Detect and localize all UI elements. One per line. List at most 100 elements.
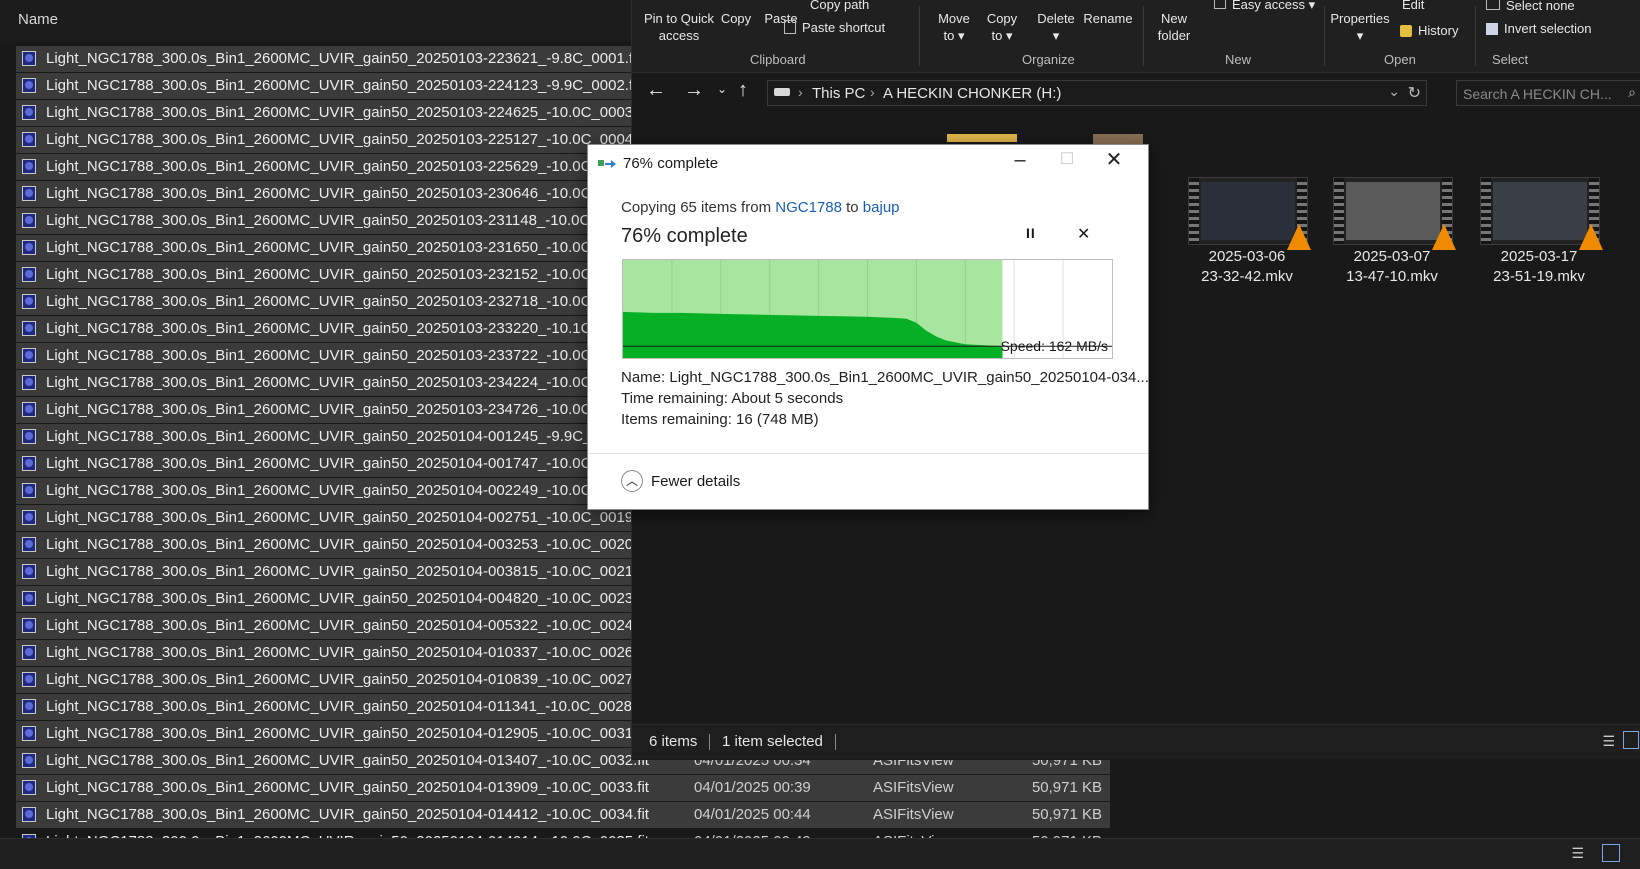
file-name: Light_NGC1788_300.0s_Bin1_2600MC_UVIR_ga… [46,671,649,688]
fits-file-icon [22,105,36,120]
destination-folder-link[interactable]: bajup [863,199,900,216]
select-none-icon [1486,0,1500,10]
paste-shortcut-button[interactable]: Paste shortcut [784,19,885,36]
copy-files-icon [598,160,616,168]
film-strip [1481,178,1491,244]
fits-file-icon [22,510,36,525]
details-view-icon[interactable]: ☰ [1602,733,1615,750]
copy-button[interactable]: Copy [718,10,754,27]
details-view-icon[interactable]: ☰ [1571,845,1584,862]
current-file-name: Name: Light_NGC1788_300.0s_Bin1_2600MC_U… [621,369,1149,386]
file-size: 50,971 KB [1031,806,1102,823]
file-name: Light_NGC1788_300.0s_Bin1_2600MC_UVIR_ga… [46,725,649,742]
fits-file-icon [22,456,36,471]
rename-button[interactable]: Rename [1082,10,1134,27]
fewer-details-button[interactable]: Fewer details [651,473,740,490]
search-box[interactable]: Search A HECKIN CH... ⌕ [1456,80,1640,106]
copy-path-button[interactable]: Copy path [810,0,869,13]
ribbon-divider [1143,6,1144,66]
fits-file-icon [22,483,36,498]
refresh-icon[interactable]: ↻ [1408,83,1421,103]
fits-file-icon [22,375,36,390]
progress-status: 76% complete [621,225,748,247]
video-file-item[interactable]: 2025-03-07 13-47-10.mkv [1317,177,1467,287]
history-button[interactable]: History [1400,22,1458,39]
delete-button[interactable]: Delete ▾ [1036,10,1076,44]
breadcrumb-drive[interactable]: A HECKIN CHONKER (H:) [883,85,1061,102]
video-name-line1: 2025-03-17 [1500,248,1578,265]
item-count: 6 items [649,733,698,750]
copy-prefix: Copying 65 items from [621,199,772,216]
collapse-chevron-icon[interactable]: ︿ [621,470,643,492]
to-word: to [846,199,859,216]
file-name: Light_NGC1788_300.0s_Bin1_2600MC_UVIR_ga… [46,752,649,769]
video-file-item[interactable]: 2025-03-06 23-32-42.mkv [1172,177,1322,287]
breadcrumb-this-pc[interactable]: This PC [812,85,865,102]
copy-summary: Copying 65 items from NGC1788 to bajup [621,199,900,216]
address-dropdown-chevron-icon[interactable]: ⌄ [1388,83,1400,100]
select-group-label: Select [1492,52,1529,67]
file-name: Light_NGC1788_300.0s_Bin1_2600MC_UVIR_ga… [46,158,634,175]
ribbon: Pin to Quick access Copy Paste Copy path… [632,0,1640,72]
invert-selection-button[interactable]: Invert selection [1486,20,1591,37]
file-name: Light_NGC1788_300.0s_Bin1_2600MC_UVIR_ga… [46,482,634,499]
select-none-button[interactable]: Select none [1486,0,1575,14]
fits-file-icon [22,159,36,174]
fits-file-icon [22,240,36,255]
file-name: Light_NGC1788_300.0s_Bin1_2600MC_UVIR_ga… [46,617,649,634]
video-thumbnail [1480,177,1603,250]
properties-button[interactable]: Properties ▾ [1328,10,1392,44]
fits-file-icon [22,186,36,201]
search-input[interactable]: Search A HECKIN CH... [1463,86,1612,102]
recent-locations-chevron-icon[interactable]: ⌄ [717,82,727,96]
fits-file-icon [22,294,36,309]
ribbon-divider [1324,6,1325,66]
back-arrow-icon[interactable]: ← [646,79,666,102]
open-group-label: Open [1384,52,1416,67]
invert-selection-icon [1486,23,1498,35]
file-name: Light_NGC1788_300.0s_Bin1_2600MC_UVIR_ga… [46,590,649,607]
pause-button[interactable]: II [1026,225,1036,241]
source-folder-link[interactable]: NGC1788 [775,199,842,216]
minimize-button[interactable]: – [997,145,1043,177]
file-name: Light_NGC1788_300.0s_Bin1_2600MC_UVIR_ga… [46,347,634,364]
file-name: Light_NGC1788_300.0s_Bin1_2600MC_UVIR_ga… [46,293,633,310]
file-name: Light_NGC1788_300.0s_Bin1_2600MC_UVIR_ga… [46,50,641,67]
move-to-button[interactable]: Move to ▾ [932,10,976,44]
fits-file-icon [22,267,36,282]
video-file-name: 2025-03-07 13-47-10.mkv [1317,247,1467,287]
up-arrow-icon[interactable]: ↑ [738,79,748,102]
file-name: Light_NGC1788_300.0s_Bin1_2600MC_UVIR_ga… [46,131,649,148]
ribbon-divider [1475,6,1476,66]
paste-shortcut-icon [784,20,796,34]
file-row[interactable]: Light_NGC1788_300.0s_Bin1_2600MC_UVIR_ga… [16,802,1110,828]
large-icons-view-icon[interactable] [1623,731,1639,749]
column-header-name[interactable]: Name [18,11,58,28]
items-remaining: Items remaining: 16 (748 MB) [621,411,819,428]
file-name: Light_NGC1788_300.0s_Bin1_2600MC_UVIR_ga… [46,77,641,94]
file-type: ASIFitsView [873,779,954,796]
edit-button[interactable]: Edit [1402,0,1424,13]
video-file-item[interactable]: 2025-03-17 23-51-19.mkv [1464,177,1614,287]
fits-file-icon [22,780,36,795]
new-folder-button[interactable]: New folder [1152,10,1196,44]
copy-to-button[interactable]: Copy to ▾ [982,10,1022,44]
pin-to-quick-access-button[interactable]: Pin to Quick access [640,10,718,44]
drive-icon [774,88,790,96]
fits-file-icon [22,618,36,633]
file-date: 04/01/2025 00:39 [694,779,811,796]
close-button[interactable]: ✕ [1091,145,1137,177]
fits-file-icon [22,213,36,228]
large-icons-view-icon[interactable] [1602,844,1620,862]
easy-access-button[interactable]: Easy access ▾ [1214,0,1315,13]
folder-thumbnail[interactable] [947,134,1017,142]
file-row[interactable]: Light_NGC1788_300.0s_Bin1_2600MC_UVIR_ga… [16,775,1110,801]
file-name: Light_NGC1788_300.0s_Bin1_2600MC_UVIR_ga… [46,104,649,121]
fits-file-icon [22,726,36,741]
forward-arrow-icon[interactable]: → [684,79,704,102]
address-bar[interactable]: › This PC › A HECKIN CHONKER (H:) ⌄ ↻ [767,80,1427,106]
cancel-button[interactable]: ✕ [1077,224,1090,244]
video-frame [1346,182,1440,240]
file-name: Light_NGC1788_300.0s_Bin1_2600MC_UVIR_ga… [46,266,634,283]
fits-file-icon [22,429,36,444]
